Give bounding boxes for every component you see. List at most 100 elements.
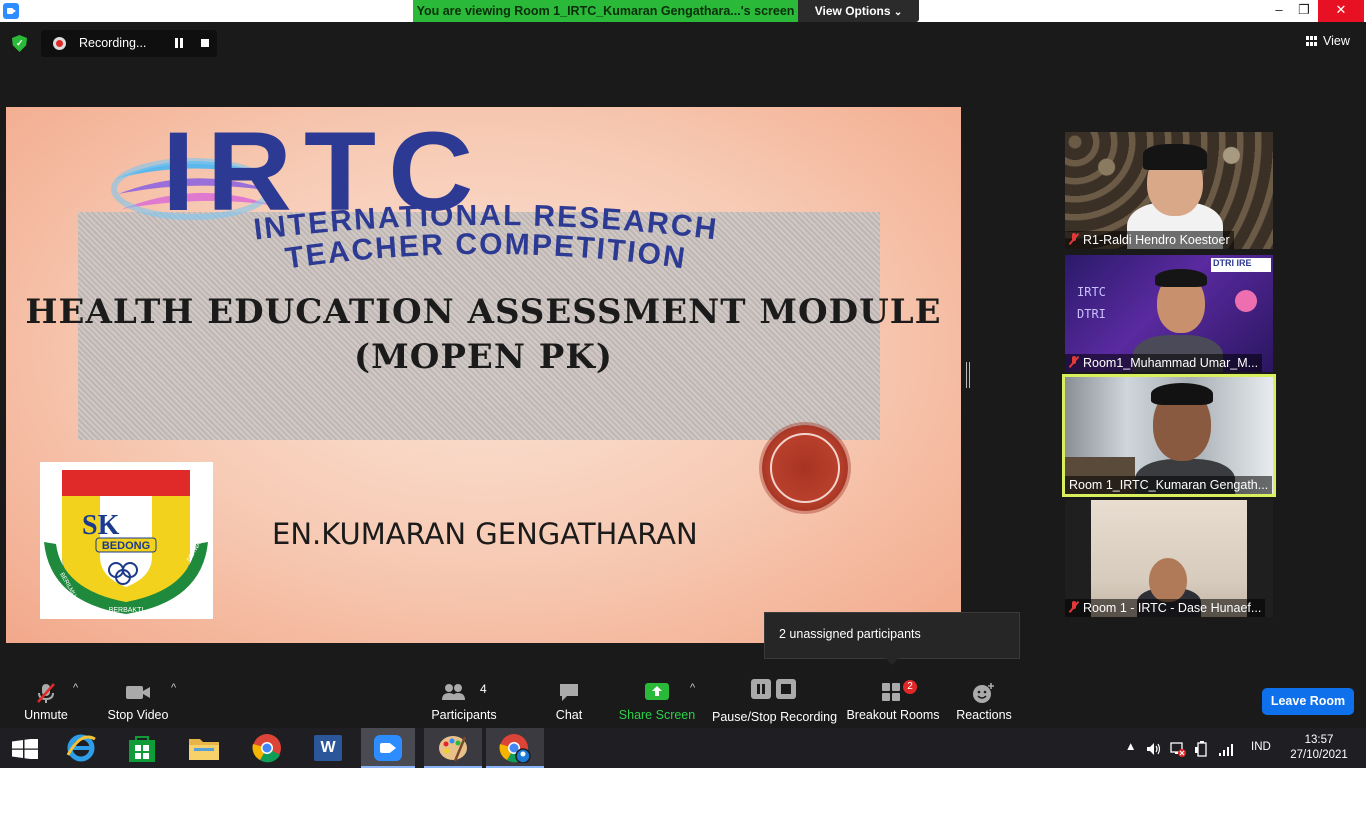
slide-title-line2: (MOPEN PK) [354,337,613,377]
resize-handle[interactable] [966,362,970,388]
participant-tile[interactable]: R1-Raldi Hendro Koestoer [1065,132,1273,249]
zoom-taskbar[interactable] [361,728,415,768]
input-language[interactable]: IND [1251,741,1271,768]
view-options-button[interactable]: View Options ⌄ [798,0,919,22]
tray-expand-icon[interactable]: ▲ [1125,741,1136,768]
view-button[interactable]: View [1306,34,1350,48]
share-screen-button[interactable]: Share Screen [618,668,696,728]
video-options-caret[interactable]: ^ [171,682,176,694]
chrome-profile-icon [499,734,531,763]
virtual-bg-logo-text: DTRI [1213,258,1234,268]
share-options-caret[interactable]: ^ [690,682,695,694]
pause-stop-recording-label: Pause/Stop Recording [712,710,838,724]
participant-hair [1151,383,1213,405]
shared-screen-slide: IRTC INTERNATIONAL RESEARCH TEACHER COMP… [6,107,961,643]
participants-icon [441,684,465,700]
unmute-button[interactable]: Unmute [14,668,78,728]
word-icon: W [314,735,342,761]
encryption-shield-icon[interactable]: ✓ [12,35,27,52]
badge-ribbon-center: BERBAKTI [109,607,144,614]
slide-title-line1: HEALTH EDUCATION ASSESSMENT MODULE [25,292,942,332]
view-label: View [1323,34,1350,48]
virtual-bg-text: DTRI [1077,307,1106,321]
stop-recording-icon[interactable] [201,39,209,47]
virtual-bg-logo-text: IRE [1236,258,1252,268]
chrome-profile-taskbar[interactable] [486,728,544,768]
word-taskbar[interactable]: W [299,728,357,768]
recording-label: Recording... [79,36,147,50]
zoom-app-icon [3,3,19,19]
reactions-button[interactable]: Reactions [954,668,1014,728]
viewing-screen-banner: You are viewing Room 1_IRTC_Kumaran Geng… [413,0,798,22]
participant-hair [1155,269,1207,287]
word-icon-letter: W [320,739,336,756]
participant-tile[interactable]: Room 1 - IRTC - Dase Hunaef... [1065,500,1273,617]
breakout-rooms-button[interactable]: 2 Breakout Rooms [846,668,940,728]
minimize-button[interactable]: – [1265,0,1293,22]
paint-taskbar[interactable] [424,728,482,768]
share-screen-label: Share Screen [618,708,696,722]
file-explorer-taskbar[interactable] [175,728,233,768]
windows-taskbar: W ▲ IND 13:57 27/10/2021 [0,728,1366,768]
chat-button[interactable]: Chat [546,668,592,728]
mic-muted-icon [1069,233,1079,245]
maximize-button[interactable]: ❐ [1290,0,1318,22]
title-bar: You are viewing Room 1_IRTC_Kumaran Geng… [0,0,1366,22]
paint-palette-icon [439,736,467,762]
participant-cap [1143,144,1207,170]
decorative-bubble [1235,290,1257,312]
internet-explorer-taskbar[interactable] [52,728,110,768]
mic-muted-icon [1069,601,1079,613]
windows-start-icon[interactable] [12,739,38,759]
internet-explorer-icon [66,734,96,762]
participants-button[interactable]: 4 Participants [428,668,500,728]
participant-name: Room 1_IRTC_Kumaran Gengath... [1069,478,1269,492]
participant-tile[interactable]: IRTC DTRI DTRI IRE Room1_Muhammad Umar_M… [1065,255,1273,372]
video-camera-icon [126,686,150,699]
chrome-icon [252,734,281,763]
presenter-name: EN.KUMARAN GENGATHARAN [272,517,698,551]
audio-options-caret[interactable]: ^ [73,682,78,694]
participant-name-tag: Room1_Muhammad Umar_M... [1065,354,1263,372]
participant-name-tag: Room 1_IRTC_Kumaran Gengath... [1065,476,1273,494]
clock-date: 27/10/2021 [1290,749,1348,761]
breakout-tooltip: 2 unassigned participants [764,612,1020,665]
grid-view-icon [1306,36,1317,46]
chevron-down-icon: ⌄ [893,7,903,18]
meeting-toolbar: Unmute ^ Stop Video ^ 4 Participants Cha… [0,668,1366,728]
leave-room-button[interactable]: Leave Room [1262,688,1354,715]
share-screen-icon [645,683,669,700]
mic-muted-icon [1069,356,1079,368]
microsoft-store-taskbar[interactable] [113,728,171,768]
folder-icon [189,739,219,760]
volume-icon[interactable] [1146,741,1162,757]
participant-face [1149,558,1187,602]
microphone-muted-icon [37,683,55,703]
pause-stop-icon [751,679,796,699]
unmute-label: Unmute [24,708,68,722]
breakout-rooms-label: Breakout Rooms [846,708,940,722]
participant-tile-active[interactable]: Room 1_IRTC_Kumaran Gengath... [1062,374,1276,497]
signal-strength-icon[interactable] [1218,741,1234,757]
system-clock[interactable]: 13:57 27/10/2021 [1284,733,1354,763]
participant-name: Room 1 - IRTC - Dase Hunaef... [1083,601,1262,615]
badge-text-middle: BEDONG [102,540,150,552]
close-button[interactable]: ✕ [1318,0,1364,22]
chrome-taskbar[interactable] [238,728,296,768]
pause-recording-icon[interactable] [174,38,184,48]
pause-stop-recording-button[interactable]: Pause/Stop Recording [712,668,838,728]
network-disconnected-icon[interactable] [1170,741,1186,757]
breakout-badge: 2 [903,680,917,694]
participant-name: R1-Raldi Hendro Koestoer [1083,233,1230,247]
recording-indicator: Recording... [41,30,217,57]
breakout-rooms-icon: 2 [881,680,917,702]
battery-icon[interactable] [1195,741,1209,757]
zoom-icon [374,735,402,761]
reaction-smiley-icon [973,683,994,703]
participants-label: Participants [431,708,497,722]
chat-label: Chat [555,708,583,722]
virtual-bg-text: IRTC [1077,285,1106,299]
stop-video-label: Stop Video [107,708,169,722]
stop-video-button[interactable]: Stop Video [104,668,172,728]
zoom-meeting-window: You are viewing Room 1_IRTC_Kumaran Geng… [0,0,1366,768]
